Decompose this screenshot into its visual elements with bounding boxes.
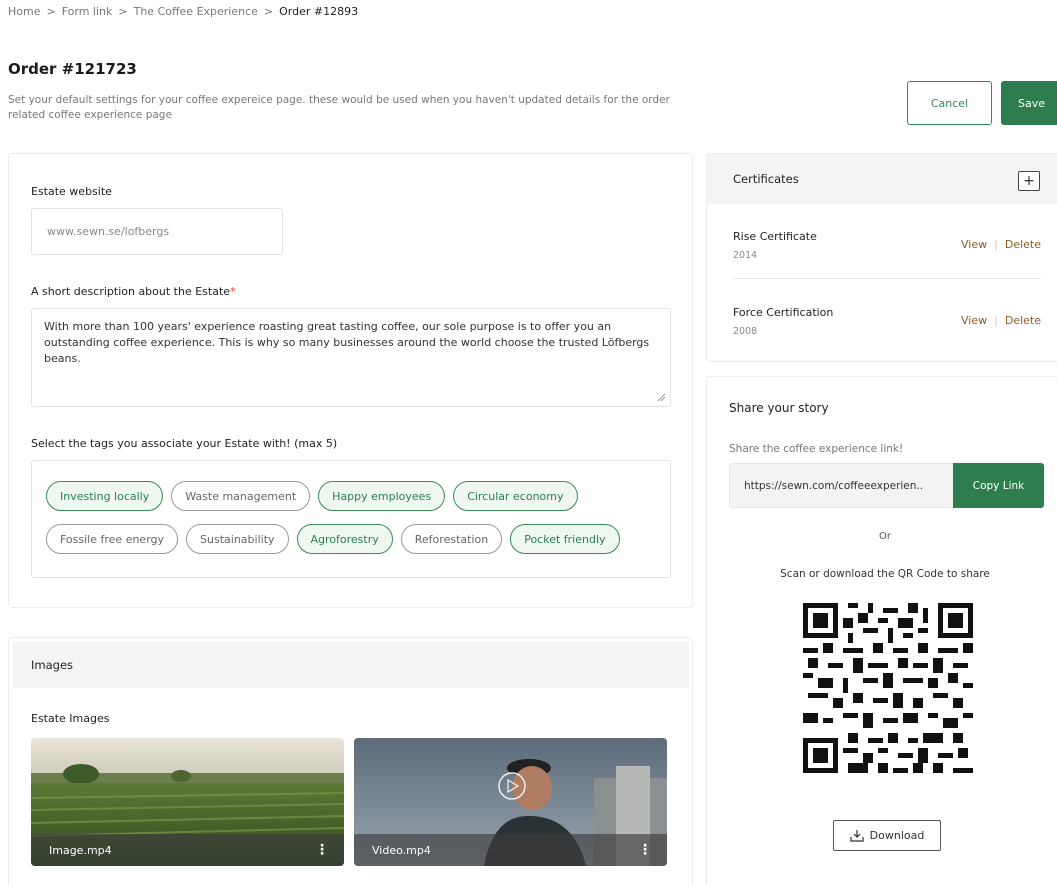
scan-qr-text: Scan or download the QR Code to share bbox=[780, 568, 990, 580]
breadcrumb-form-link[interactable]: Form link bbox=[62, 5, 113, 18]
certificates-header: Certificates bbox=[707, 154, 1057, 204]
kebab-menu-icon[interactable]: ⋮ bbox=[638, 842, 652, 858]
breadcrumb-separator: > bbox=[118, 5, 128, 18]
or-separator: Or bbox=[879, 531, 891, 542]
delete-certificate-link[interactable]: Delete bbox=[1005, 238, 1041, 251]
breadcrumb-home[interactable]: Home bbox=[8, 5, 40, 18]
required-mark: * bbox=[230, 285, 236, 298]
certificate-row: Force Certification 2008 View | Delete bbox=[733, 306, 1041, 337]
view-certificate-link[interactable]: View bbox=[961, 314, 987, 327]
divider: | bbox=[994, 238, 998, 251]
certificates-card: Certificates + Rise Certificate 2014 Vie… bbox=[706, 153, 1057, 362]
download-label: Download bbox=[869, 829, 925, 842]
media-thumbnail-video[interactable]: Video.mp4 ⋮ bbox=[354, 738, 667, 866]
media-filename: Image.mp4 bbox=[49, 843, 112, 857]
share-story-card: Share your story Share the coffee experi… bbox=[706, 376, 1057, 885]
media-thumbnail-image[interactable]: Image.mp4 ⋮ bbox=[31, 738, 344, 866]
tag-chip[interactable]: Pocket friendly bbox=[510, 524, 620, 554]
breadcrumb-separator: > bbox=[263, 5, 274, 18]
page-title: Order #121723 bbox=[8, 60, 137, 78]
breadcrumb: Home > Form link > The Coffee Experience… bbox=[8, 5, 358, 18]
breadcrumb-separator: > bbox=[46, 5, 56, 18]
certificate-actions: View | Delete bbox=[961, 314, 1041, 327]
estate-description-textarea[interactable]: With more than 100 years' experience roa… bbox=[31, 308, 671, 407]
media-caption-bar: Video.mp4 ⋮ bbox=[354, 834, 667, 866]
tag-chip[interactable]: Investing locally bbox=[46, 481, 164, 511]
plus-icon: + bbox=[1023, 173, 1035, 189]
divider: | bbox=[994, 314, 998, 327]
certificate-year: 2014 bbox=[733, 250, 758, 261]
tag-chip[interactable]: Agroforestry bbox=[296, 524, 393, 554]
save-button[interactable]: Save bbox=[1001, 81, 1057, 125]
share-title: Share your story bbox=[729, 401, 829, 415]
estate-images-label: Estate Images bbox=[31, 712, 110, 725]
delete-certificate-link[interactable]: Delete bbox=[1005, 314, 1041, 327]
download-icon bbox=[850, 830, 864, 842]
breadcrumb-coffee-experience[interactable]: The Coffee Experience bbox=[134, 5, 258, 18]
tag-chip[interactable]: Reforestation bbox=[400, 524, 503, 554]
certificate-year: 2008 bbox=[733, 326, 758, 337]
breadcrumb-current: Order #12893 bbox=[279, 5, 359, 18]
estate-description-text: With more than 100 years' experience roa… bbox=[44, 320, 650, 365]
estate-settings-card: Estate website www.sewn.se/lofbergs A sh… bbox=[8, 153, 693, 608]
estate-description-label-text: A short description about the Estate bbox=[31, 285, 231, 298]
share-subtitle: Share the coffee experience link! bbox=[729, 443, 904, 455]
cancel-button[interactable]: Cancel bbox=[907, 81, 992, 125]
qr-code bbox=[803, 603, 973, 773]
tag-chip[interactable]: Circular economy bbox=[453, 481, 578, 511]
copy-link-button[interactable]: Copy Link bbox=[953, 463, 1044, 508]
tags-label: Select the tags you associate your Estat… bbox=[31, 437, 338, 450]
page-description: Set your default settings for your coffe… bbox=[8, 94, 670, 121]
certificate-row: Rise Certificate 2014 View | Delete bbox=[733, 230, 1041, 261]
kebab-menu-icon[interactable]: ⋮ bbox=[315, 842, 329, 858]
estate-description-label: A short description about the Estate* bbox=[31, 285, 236, 298]
certificate-divider bbox=[733, 278, 1041, 279]
tags-container: Investing locally Waste management Happy… bbox=[31, 460, 671, 578]
images-card: Images Estate Images Image.mp4 ⋮ Video.m… bbox=[8, 637, 693, 885]
media-filename: Video.mp4 bbox=[372, 843, 431, 857]
share-link-input[interactable]: https://sewn.com/coffeeexperien.. bbox=[729, 463, 955, 508]
estate-website-label: Estate website bbox=[31, 185, 112, 198]
resize-handle-icon[interactable] bbox=[656, 392, 666, 402]
view-certificate-link[interactable]: View bbox=[961, 238, 987, 251]
images-header: Images bbox=[13, 642, 689, 688]
tag-chip[interactable]: Happy employees bbox=[318, 481, 446, 511]
tag-chip[interactable]: Waste management bbox=[171, 481, 311, 511]
tag-chip[interactable]: Fossile free energy bbox=[46, 524, 179, 554]
tag-chip[interactable]: Sustainability bbox=[186, 524, 289, 554]
add-certificate-button[interactable]: + bbox=[1018, 171, 1040, 191]
certificate-actions: View | Delete bbox=[961, 238, 1041, 251]
download-qr-button[interactable]: Download bbox=[833, 820, 941, 851]
media-caption-bar: Image.mp4 ⋮ bbox=[31, 834, 344, 866]
estate-website-input[interactable]: www.sewn.se/lofbergs bbox=[31, 208, 283, 255]
